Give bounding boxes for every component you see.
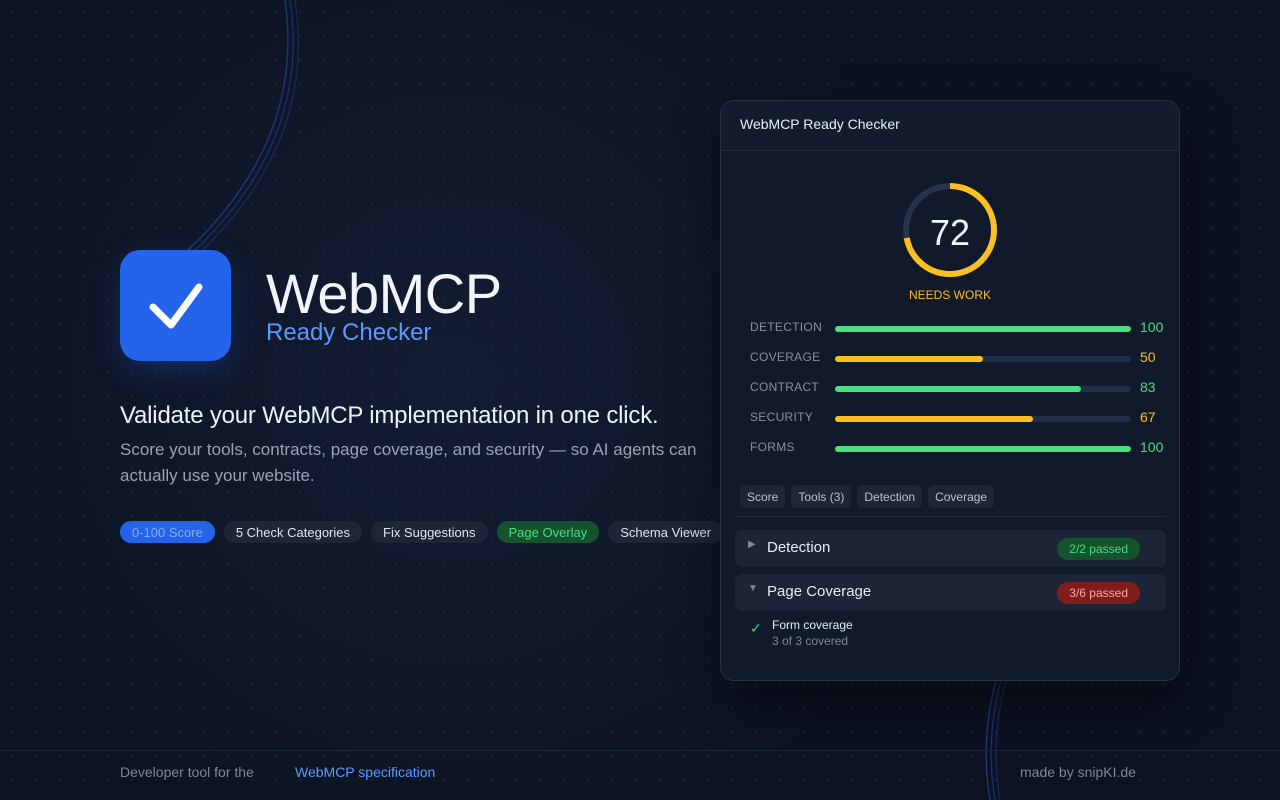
- metric-bar-fill: [835, 386, 1081, 392]
- checkmark-icon: [149, 283, 202, 328]
- metric-bar-track: [835, 446, 1131, 452]
- feature-pill: 0-100 Score: [120, 521, 215, 543]
- brand-title: WebMCP: [266, 262, 502, 325]
- metric-row-detection: DETECTION 100: [750, 318, 1170, 338]
- section-detection[interactable]: ▶ Detection 2/2 passed: [735, 530, 1166, 567]
- section-title: Detection: [767, 539, 831, 556]
- metric-bar-fill: [835, 326, 1131, 332]
- metric-value: 50: [1140, 349, 1156, 365]
- score-gauge: 72: [900, 180, 1000, 280]
- tab-coverage[interactable]: Coverage: [928, 485, 995, 508]
- check-icon: ✓: [750, 620, 762, 636]
- metric-row-security: SECURITY 67: [750, 408, 1170, 428]
- tab-score[interactable]: Score: [740, 485, 786, 508]
- metric-row-coverage: COVERAGE 50: [750, 348, 1170, 368]
- section-page-coverage[interactable]: ▼ Page Coverage 3/6 passed: [735, 574, 1166, 611]
- feature-pill: 5 Check Categories: [223, 521, 362, 543]
- metric-value: 67: [1140, 409, 1156, 425]
- checker-card: WebMCP Ready Checker 72 NEEDS WORK DETEC…: [720, 100, 1180, 681]
- metric-value: 83: [1140, 379, 1156, 395]
- tab-detection[interactable]: Detection: [857, 485, 923, 508]
- tabs-divider: [736, 516, 1166, 517]
- feature-pill: Schema Viewer: [608, 521, 724, 543]
- score-status: NEEDS WORK: [908, 288, 991, 302]
- brand-subtitle: Ready Checker: [266, 319, 432, 346]
- footer-divider: [0, 750, 1280, 751]
- metric-label: COVERAGE: [750, 350, 821, 364]
- check-item-detail: 3 of 3 covered: [772, 634, 849, 648]
- caret-down-icon: ▼: [748, 583, 758, 594]
- tab-tools-3[interactable]: Tools (3): [791, 485, 852, 508]
- feature-pill: Page Overlay: [496, 521, 600, 543]
- footer-lead: Developer tool for the: [120, 764, 254, 780]
- metric-bar-track: [835, 416, 1131, 422]
- metric-bar-track: [835, 356, 1131, 362]
- hero-headline: Validate your WebMCP implementation in o…: [120, 402, 659, 429]
- check-item-title: Form coverage: [772, 618, 853, 632]
- spec-link[interactable]: WebMCP specification: [295, 764, 435, 780]
- metric-label: DETECTION: [750, 320, 823, 334]
- metric-row-contract: CONTRACT 83: [750, 378, 1170, 398]
- metric-label: SECURITY: [750, 410, 814, 424]
- metric-value: 100: [1140, 319, 1164, 335]
- metric-bar-track: [835, 386, 1131, 392]
- hero-description: Score your tools, contracts, page covera…: [120, 440, 697, 485]
- feature-pills: 0-100 Score 5 Check Categories Fix Suggest…: [120, 521, 725, 547]
- metric-bar-fill: [835, 446, 1131, 452]
- metric-bar-fill: [835, 356, 983, 362]
- score-value: 72: [929, 212, 971, 253]
- caret-right-icon: ▶: [748, 539, 756, 550]
- feature-pill: Fix Suggestions: [371, 521, 488, 543]
- metric-bar-fill: [835, 416, 1034, 422]
- metric-label: CONTRACT: [750, 380, 820, 394]
- check-item: ✓ Form coverage 3 of 3 covered: [750, 618, 1150, 654]
- card-title: WebMCP Ready Checker: [721, 101, 1179, 151]
- status-badge: 3/6 passed: [1057, 582, 1140, 604]
- metric-bar-track: [835, 326, 1131, 332]
- decorative-arc-bottom: [985, 680, 1007, 800]
- metric-value: 100: [1140, 439, 1164, 455]
- status-badge: 2/2 passed: [1057, 538, 1140, 560]
- metric-row-forms: FORMS 100: [750, 438, 1170, 458]
- metric-label: FORMS: [750, 440, 795, 454]
- app-logo: [120, 250, 231, 361]
- footer-credit: made by snipKI.de: [1020, 764, 1136, 780]
- decorative-arc-top: [187, 0, 300, 257]
- card-tabs: Score Tools (3) Detection Coverage: [740, 485, 995, 508]
- section-title: Page Coverage: [767, 583, 872, 600]
